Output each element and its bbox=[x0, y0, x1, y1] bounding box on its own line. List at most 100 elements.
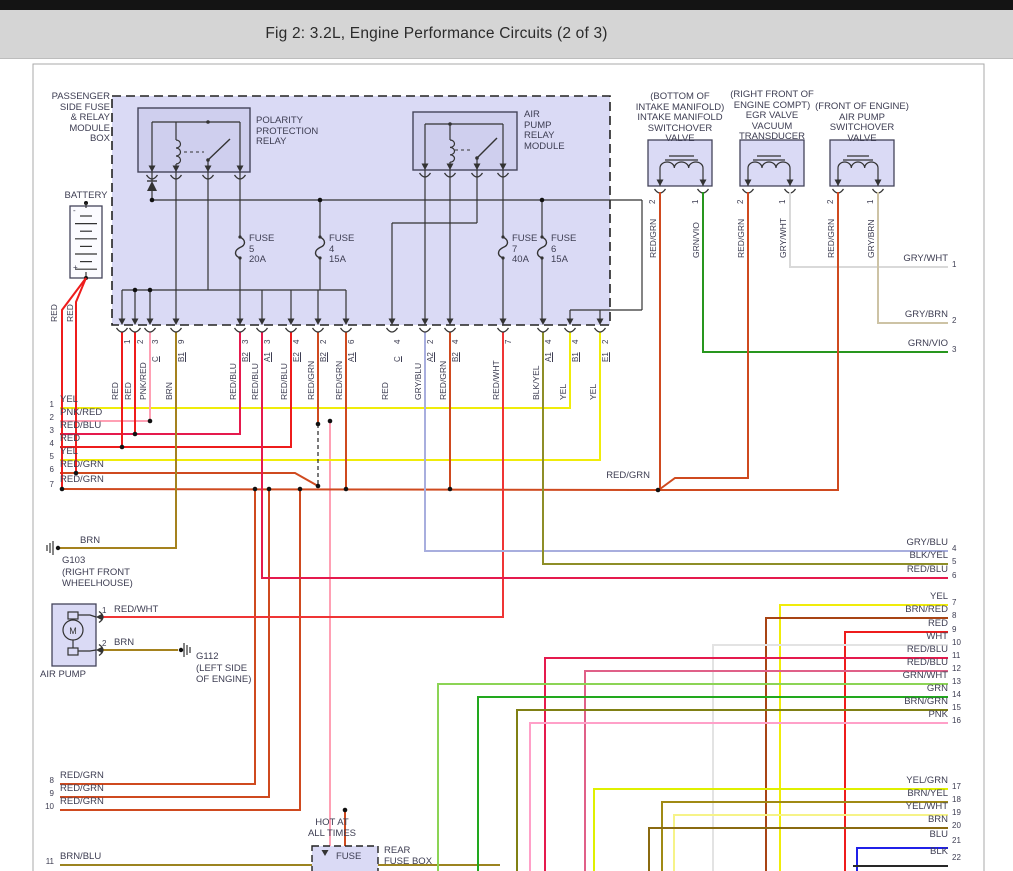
pin-number: 6 bbox=[347, 339, 356, 344]
pin-wire-label: YEL bbox=[558, 383, 568, 400]
wire-grn_vio bbox=[702, 192, 948, 353]
valve-pin-number: 1 bbox=[691, 199, 700, 204]
right-wire-label: YEL/WHT bbox=[905, 801, 948, 812]
pin-wire-label: BRN bbox=[164, 382, 174, 400]
g112-location: (LEFT SIDE OF ENGINE) bbox=[196, 663, 252, 685]
fuse-end bbox=[540, 235, 544, 239]
junction-dot bbox=[266, 486, 272, 492]
junction-dot bbox=[147, 287, 153, 293]
valve-pin-number: 1 bbox=[778, 199, 787, 204]
junction-dot bbox=[252, 486, 258, 492]
screenshot-root: Fig 2: 3.2L, Engine Performance Circuits… bbox=[0, 0, 1013, 871]
pin-socket-icon bbox=[284, 327, 298, 333]
left-wire-label: PNK/RED bbox=[60, 407, 103, 418]
g103-wire-label: BRN bbox=[80, 535, 101, 546]
right-wire-label: GRN bbox=[926, 683, 948, 694]
pin-number: 3 bbox=[241, 339, 250, 344]
air-pump-relay-box bbox=[412, 111, 518, 171]
pin-socket-icon bbox=[563, 327, 577, 333]
pin-number: 4 bbox=[571, 339, 580, 344]
battery-label: BATTERY bbox=[64, 190, 108, 201]
g112-id: G112 bbox=[196, 651, 219, 662]
pin-connector-id: A2 bbox=[426, 352, 435, 362]
pin-connector-id: B1 bbox=[571, 352, 580, 362]
left-wire-label: BRN/BLU bbox=[60, 851, 102, 862]
right-wire-number: 2 bbox=[952, 316, 957, 325]
right-wire-label: WHT bbox=[926, 631, 948, 642]
right-wire-number: 22 bbox=[952, 853, 961, 862]
pin-wire-label: RED bbox=[380, 382, 390, 400]
pin-wire-label: RED/BLU bbox=[250, 363, 260, 400]
right-wire-number: 10 bbox=[952, 638, 961, 647]
right-wire-number: 8 bbox=[952, 611, 957, 620]
pin-socket-icon bbox=[536, 327, 550, 333]
right-wire-label: BLU bbox=[929, 829, 948, 840]
right-wire-label: YEL bbox=[930, 591, 948, 602]
fuse4-label: FUSE 4 15A bbox=[329, 233, 355, 265]
right-wire-label: GRY/WHT bbox=[903, 253, 948, 264]
right-wire-number: 17 bbox=[952, 782, 961, 791]
right-wire-number: 12 bbox=[952, 664, 961, 673]
junction-dot bbox=[539, 197, 545, 203]
left-wire-number: 8 bbox=[49, 776, 54, 785]
right-wire-label: RED/BLU bbox=[906, 657, 948, 668]
junction-dot bbox=[132, 431, 138, 437]
right-wire-label: GRY/BLU bbox=[906, 537, 948, 548]
motor-letter: M bbox=[69, 626, 77, 636]
pin-connector-id: A1 bbox=[263, 352, 272, 362]
right-wire-number: 19 bbox=[952, 808, 961, 817]
right-wire-number: 1 bbox=[952, 260, 957, 269]
right-wire-number: 4 bbox=[952, 544, 957, 553]
left-wire-number: 3 bbox=[49, 426, 54, 435]
pin-number: 2 bbox=[319, 339, 328, 344]
wire-red_grn bbox=[59, 488, 659, 491]
junction-dot bbox=[327, 418, 333, 424]
wire-blk_yel bbox=[542, 332, 948, 565]
pin-connector-id: C bbox=[151, 356, 160, 362]
pin-socket-icon bbox=[443, 327, 457, 333]
junction-dot bbox=[317, 197, 323, 203]
hot-at-all-times-label: HOT AT ALL TIMES bbox=[307, 817, 357, 839]
pin-socket-icon bbox=[339, 327, 353, 333]
left-wire-number: 7 bbox=[49, 480, 54, 489]
right-wire-number: 15 bbox=[952, 703, 961, 712]
pin-socket-icon bbox=[593, 327, 607, 333]
pin-connector-id: B2 bbox=[451, 352, 460, 362]
valve-pin-number: 1 bbox=[866, 199, 875, 204]
junction-dot bbox=[119, 444, 125, 450]
left-wire-number: 2 bbox=[49, 413, 54, 422]
rear-fuse-box-label: REAR FUSE BOX bbox=[384, 845, 433, 867]
air-pump-pin2-wire: BRN bbox=[114, 637, 135, 648]
junction-dot bbox=[343, 486, 349, 492]
right-wire-label: GRY/BRN bbox=[904, 309, 948, 320]
pin-connector-id: E1 bbox=[601, 352, 610, 362]
pin-socket-icon bbox=[128, 327, 142, 333]
valve-pin-wire-label: GRY/BRN bbox=[866, 219, 876, 258]
fuse5-label: FUSE 5 20A bbox=[249, 233, 275, 265]
right-wire-label: BRN/YEL bbox=[907, 788, 948, 799]
right-wire-number: 20 bbox=[952, 821, 961, 830]
pin-connector-id: A1 bbox=[347, 352, 356, 362]
relay-contact bbox=[448, 122, 452, 126]
right-wire-number: 18 bbox=[952, 795, 961, 804]
pin-number: 3 bbox=[151, 339, 160, 344]
module-box-label: PASSENGER SIDE FUSE & RELAY MODULE BOX bbox=[51, 91, 110, 144]
pin-socket-icon bbox=[143, 327, 157, 333]
pin-number: 2 bbox=[136, 339, 145, 344]
fuse-end bbox=[501, 235, 505, 239]
pin-wire-label: GRY/BLU bbox=[413, 362, 423, 400]
relay1-label: POLARITY PROTECTION RELAY bbox=[256, 115, 319, 147]
pin-number: 3 bbox=[263, 339, 272, 344]
pin-connector-id: B2 bbox=[319, 352, 328, 362]
pin-wire-label: RED bbox=[123, 382, 133, 400]
pin-connector-id: E2 bbox=[292, 352, 301, 362]
air-pump-pin2-num: 2 bbox=[102, 639, 107, 648]
junction-label: RED/GRN bbox=[606, 470, 650, 481]
left-wire-label: YEL bbox=[60, 394, 78, 405]
left-wire-number: 4 bbox=[49, 439, 54, 448]
junction-dot bbox=[342, 807, 348, 813]
pin-number: 9 bbox=[177, 339, 186, 344]
right-wire-number: 14 bbox=[952, 690, 961, 699]
left-wire-number: 5 bbox=[49, 452, 54, 461]
left-wire-label: RED/GRN bbox=[60, 474, 104, 485]
